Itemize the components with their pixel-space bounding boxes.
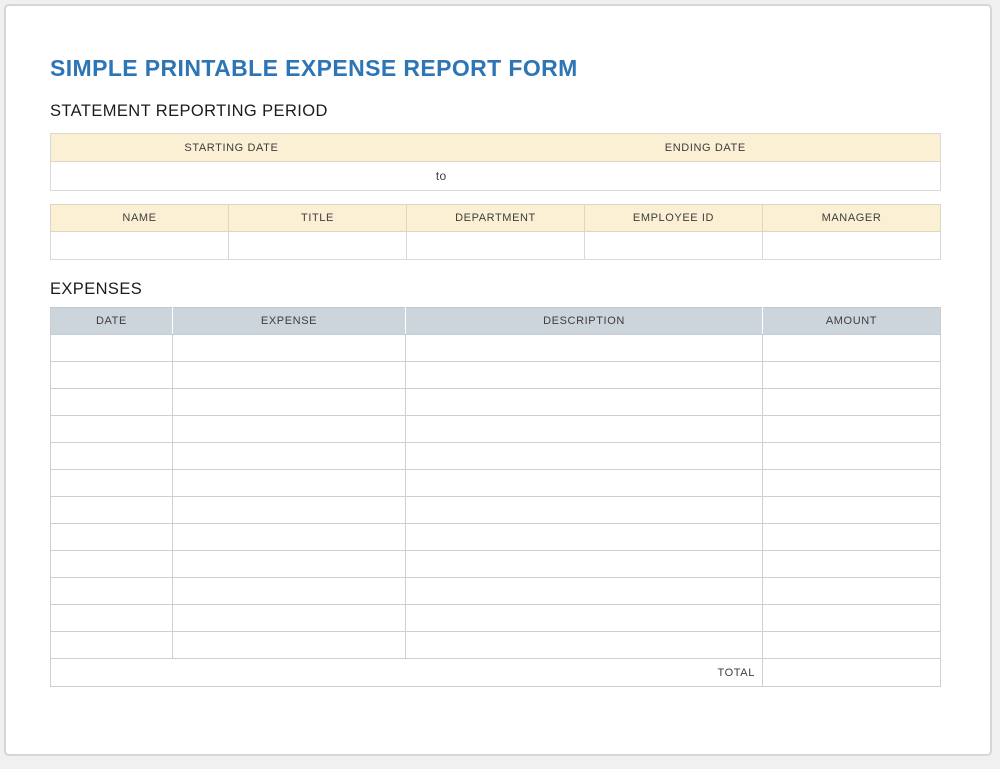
expense-row bbox=[51, 551, 941, 578]
date-separator-label: to bbox=[412, 162, 471, 191]
page-content: SIMPLE PRINTABLE EXPENSE REPORT FORM STA… bbox=[6, 6, 990, 687]
expense-amount-field[interactable] bbox=[762, 335, 940, 362]
expense-amount-field[interactable] bbox=[762, 551, 940, 578]
expense-date-field[interactable] bbox=[51, 605, 173, 632]
expense-name-field[interactable] bbox=[172, 335, 405, 362]
expenses-table: DATE EXPENSE DESCRIPTION AMOUNT TOTAL bbox=[50, 307, 941, 687]
reporting-period-value-row: to bbox=[51, 162, 941, 191]
name-header: NAME bbox=[51, 205, 229, 232]
expense-row bbox=[51, 416, 941, 443]
expense-description-field[interactable] bbox=[406, 632, 763, 659]
expense-name-field[interactable] bbox=[172, 632, 405, 659]
title-field[interactable] bbox=[229, 232, 407, 260]
date-header: DATE bbox=[51, 308, 173, 335]
expense-date-field[interactable] bbox=[51, 443, 173, 470]
expense-description-field[interactable] bbox=[406, 524, 763, 551]
document-page: SIMPLE PRINTABLE EXPENSE REPORT FORM STA… bbox=[4, 4, 992, 756]
expense-row bbox=[51, 605, 941, 632]
expense-name-field[interactable] bbox=[172, 416, 405, 443]
expense-name-field[interactable] bbox=[172, 497, 405, 524]
expense-description-field[interactable] bbox=[406, 551, 763, 578]
expense-name-field[interactable] bbox=[172, 605, 405, 632]
expense-row bbox=[51, 470, 941, 497]
expense-amount-field[interactable] bbox=[762, 443, 940, 470]
expense-date-field[interactable] bbox=[51, 470, 173, 497]
expense-amount-field[interactable] bbox=[762, 362, 940, 389]
expense-row bbox=[51, 497, 941, 524]
expense-name-field[interactable] bbox=[172, 362, 405, 389]
department-header: DEPARTMENT bbox=[407, 205, 585, 232]
starting-date-header: STARTING DATE bbox=[51, 134, 412, 162]
expense-rows bbox=[51, 335, 941, 659]
expense-amount-field[interactable] bbox=[762, 416, 940, 443]
expense-row bbox=[51, 389, 941, 416]
total-amount-field[interactable] bbox=[762, 659, 940, 687]
expense-date-field[interactable] bbox=[51, 578, 173, 605]
expense-description-field[interactable] bbox=[406, 335, 763, 362]
expense-row bbox=[51, 524, 941, 551]
expense-description-field[interactable] bbox=[406, 389, 763, 416]
expenses-heading: EXPENSES bbox=[50, 279, 941, 299]
expense-description-field[interactable] bbox=[406, 605, 763, 632]
expense-amount-field[interactable] bbox=[762, 470, 940, 497]
expense-row bbox=[51, 335, 941, 362]
expense-amount-field[interactable] bbox=[762, 632, 940, 659]
expense-amount-field[interactable] bbox=[762, 497, 940, 524]
expense-date-field[interactable] bbox=[51, 551, 173, 578]
title-header: TITLE bbox=[229, 205, 407, 232]
expense-date-field[interactable] bbox=[51, 389, 173, 416]
expense-row bbox=[51, 362, 941, 389]
reporting-period-table: STARTING DATE ENDING DATE to bbox=[50, 133, 941, 191]
expense-date-field[interactable] bbox=[51, 524, 173, 551]
ending-date-header: ENDING DATE bbox=[471, 134, 941, 162]
expense-description-field[interactable] bbox=[406, 362, 763, 389]
description-header: DESCRIPTION bbox=[406, 308, 763, 335]
expense-row bbox=[51, 443, 941, 470]
expense-name-field[interactable] bbox=[172, 443, 405, 470]
expense-description-field[interactable] bbox=[406, 470, 763, 497]
expense-amount-field[interactable] bbox=[762, 605, 940, 632]
name-field[interactable] bbox=[51, 232, 229, 260]
expense-name-field[interactable] bbox=[172, 524, 405, 551]
expense-date-field[interactable] bbox=[51, 632, 173, 659]
manager-field[interactable] bbox=[763, 232, 941, 260]
expense-name-field[interactable] bbox=[172, 551, 405, 578]
expense-amount-field[interactable] bbox=[762, 524, 940, 551]
expense-description-field[interactable] bbox=[406, 416, 763, 443]
expense-name-field[interactable] bbox=[172, 389, 405, 416]
expense-date-field[interactable] bbox=[51, 335, 173, 362]
manager-header: MANAGER bbox=[763, 205, 941, 232]
expense-row bbox=[51, 578, 941, 605]
reporting-period-header-spacer bbox=[412, 134, 471, 162]
expense-row bbox=[51, 632, 941, 659]
expense-amount-field[interactable] bbox=[762, 578, 940, 605]
employee-info-value-row bbox=[51, 232, 941, 260]
expense-description-field[interactable] bbox=[406, 497, 763, 524]
expenses-total-row: TOTAL bbox=[51, 659, 941, 687]
department-field[interactable] bbox=[407, 232, 585, 260]
total-label: TOTAL bbox=[51, 659, 763, 687]
expense-name-field[interactable] bbox=[172, 578, 405, 605]
ending-date-field[interactable] bbox=[471, 162, 941, 191]
starting-date-field[interactable] bbox=[51, 162, 412, 191]
document-title: SIMPLE PRINTABLE EXPENSE REPORT FORM bbox=[50, 55, 941, 82]
employee-id-field[interactable] bbox=[585, 232, 763, 260]
expense-description-field[interactable] bbox=[406, 443, 763, 470]
reporting-period-header-row: STARTING DATE ENDING DATE bbox=[51, 134, 941, 162]
expense-name-field[interactable] bbox=[172, 470, 405, 497]
expense-description-field[interactable] bbox=[406, 578, 763, 605]
expense-date-field[interactable] bbox=[51, 416, 173, 443]
employee-info-header-row: NAME TITLE DEPARTMENT EMPLOYEE ID MANAGE… bbox=[51, 205, 941, 232]
expense-date-field[interactable] bbox=[51, 497, 173, 524]
amount-header: AMOUNT bbox=[762, 308, 940, 335]
expenses-header-row: DATE EXPENSE DESCRIPTION AMOUNT bbox=[51, 308, 941, 335]
expense-header: EXPENSE bbox=[172, 308, 405, 335]
employee-id-header: EMPLOYEE ID bbox=[585, 205, 763, 232]
employee-info-table: NAME TITLE DEPARTMENT EMPLOYEE ID MANAGE… bbox=[50, 204, 941, 260]
expense-amount-field[interactable] bbox=[762, 389, 940, 416]
expense-date-field[interactable] bbox=[51, 362, 173, 389]
reporting-period-heading: STATEMENT REPORTING PERIOD bbox=[50, 101, 941, 121]
